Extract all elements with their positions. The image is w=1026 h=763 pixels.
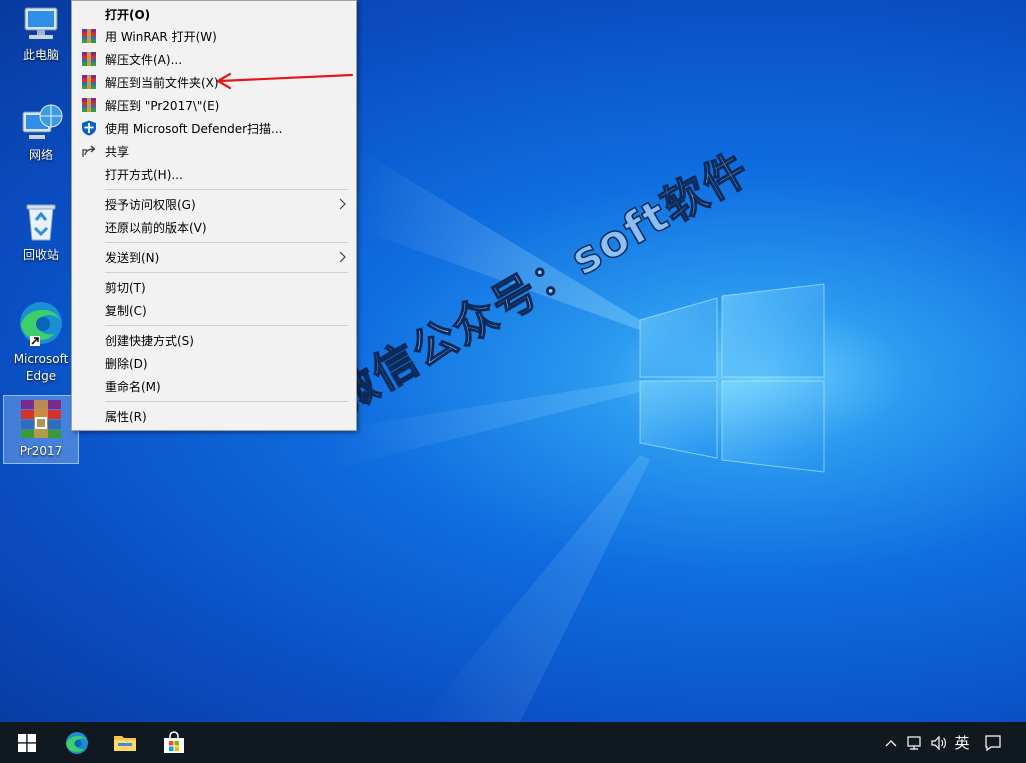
- desktop-icon-recycle-bin[interactable]: 回收站: [4, 200, 78, 264]
- menu-item-extract-to-folder[interactable]: 解压到 "Pr2017\"(E): [72, 94, 356, 116]
- winrar-archive-icon: [21, 400, 61, 438]
- winrar-icon: [82, 98, 96, 112]
- menu-item-label: 解压文件(A)...: [105, 52, 183, 67]
- menu-item-restore-previous-versions[interactable]: 还原以前的版本(V): [72, 216, 356, 238]
- taskbar: 英: [0, 722, 1026, 763]
- desktop-icon-label: 此电脑: [22, 48, 59, 62]
- menu-item-defender-scan[interactable]: 使用 Microsoft Defender扫描...: [72, 117, 356, 139]
- desktop-icon-label: Microsoft Edge: [13, 352, 69, 383]
- desktop-icon-network[interactable]: 网络: [4, 102, 78, 164]
- network-icon: [22, 104, 63, 139]
- menu-item-label: 删除(D): [105, 356, 148, 371]
- winrar-icon: [82, 52, 96, 66]
- menu-separator: [105, 272, 348, 273]
- notification-icon: [985, 734, 1001, 751]
- winrar-icon: [82, 75, 96, 89]
- menu-item-label: 创建快捷方式(S): [105, 333, 194, 348]
- menu-item-delete[interactable]: 删除(D): [72, 352, 356, 374]
- menu-item-extract-files[interactable]: 解压文件(A)...: [72, 48, 356, 70]
- taskbar-edge-button[interactable]: [53, 722, 101, 763]
- action-center-button[interactable]: [982, 722, 1004, 763]
- microsoft-store-icon: [164, 730, 184, 753]
- start-button[interactable]: [3, 722, 51, 763]
- menu-item-label: 授予访问权限(G): [105, 197, 196, 212]
- menu-item-label: 属性(R): [105, 409, 147, 424]
- network-status-button[interactable]: [904, 722, 926, 763]
- menu-item-open-with[interactable]: 打开方式(H)...: [72, 163, 356, 185]
- menu-item-send-to[interactable]: 发送到(N): [72, 246, 356, 268]
- menu-item-label: 发送到(N): [105, 250, 160, 265]
- menu-item-copy[interactable]: 复制(C): [72, 299, 356, 321]
- menu-item-open-with-winrar[interactable]: 用 WinRAR 打开(W): [72, 25, 356, 47]
- menu-separator: [105, 189, 348, 190]
- menu-item-open[interactable]: 打开(O): [72, 3, 356, 25]
- menu-item-label: 共享: [105, 144, 130, 159]
- annotation-arrow: [216, 72, 354, 90]
- menu-item-label: 剪切(T): [105, 280, 146, 295]
- menu-item-label: 复制(C): [105, 303, 147, 318]
- volume-button[interactable]: [928, 722, 950, 763]
- winrar-icon: [82, 29, 96, 43]
- desktop-icon-pr2017-archive[interactable]: Pr2017: [3, 395, 79, 464]
- desktop-icon-label: 网络: [28, 148, 53, 162]
- recycle-bin-icon: [26, 204, 56, 241]
- menu-separator: [105, 401, 348, 402]
- menu-item-share[interactable]: 共享: [72, 140, 356, 162]
- menu-item-create-shortcut[interactable]: 创建快捷方式(S): [72, 329, 356, 351]
- menu-item-label: 用 WinRAR 打开(W): [105, 29, 217, 44]
- menu-item-label: 解压到当前文件夹(X): [105, 75, 219, 90]
- menu-item-label: 还原以前的版本(V): [105, 220, 207, 235]
- menu-item-label: 打开方式(H)...: [105, 167, 183, 182]
- chevron-right-icon: [339, 251, 346, 263]
- menu-item-rename[interactable]: 重命名(M): [72, 375, 356, 397]
- menu-separator: [105, 242, 348, 243]
- taskbar-file-explorer-button[interactable]: [101, 722, 149, 763]
- chevron-up-icon: [885, 739, 897, 746]
- menu-item-properties[interactable]: 属性(R): [72, 405, 356, 427]
- menu-item-label: 打开(O): [105, 7, 151, 22]
- desktop-icon-label: Pr2017: [19, 444, 63, 458]
- speaker-icon: [931, 735, 946, 750]
- desktop-icon-this-pc[interactable]: 此电脑: [4, 4, 78, 70]
- share-icon: [82, 145, 96, 157]
- network-status-icon: [907, 735, 921, 750]
- desktop-icon-microsoft-edge[interactable]: Microsoft Edge: [4, 298, 78, 385]
- defender-shield-icon: [82, 120, 96, 136]
- edge-icon: [20, 302, 62, 346]
- start-icon: [18, 733, 36, 752]
- context-menu: 打开(O) 用 WinRAR 打开(W) 解压文件(A)... 解压到当前文件夹…: [71, 0, 357, 431]
- menu-item-label: 解压到 "Pr2017\"(E): [105, 98, 220, 113]
- edge-icon: [66, 731, 88, 754]
- desktop-icon-label: 回收站: [22, 248, 59, 262]
- desktop[interactable]: 此电脑 网络 回收站 Microsoft Edge Pr2017 微信公众号：s…: [0, 0, 1026, 722]
- menu-item-cut[interactable]: 剪切(T): [72, 276, 356, 298]
- taskbar-store-button[interactable]: [150, 722, 198, 763]
- computer-icon: [24, 7, 58, 39]
- menu-item-give-access[interactable]: 授予访问权限(G): [72, 193, 356, 215]
- input-method-indicator[interactable]: 英: [950, 722, 974, 763]
- menu-separator: [105, 325, 348, 326]
- file-explorer-icon: [114, 735, 136, 751]
- menu-item-label: 使用 Microsoft Defender扫描...: [105, 121, 283, 136]
- show-hidden-icons-button[interactable]: [880, 722, 902, 763]
- menu-item-label: 重命名(M): [105, 379, 161, 394]
- chevron-right-icon: [339, 198, 346, 210]
